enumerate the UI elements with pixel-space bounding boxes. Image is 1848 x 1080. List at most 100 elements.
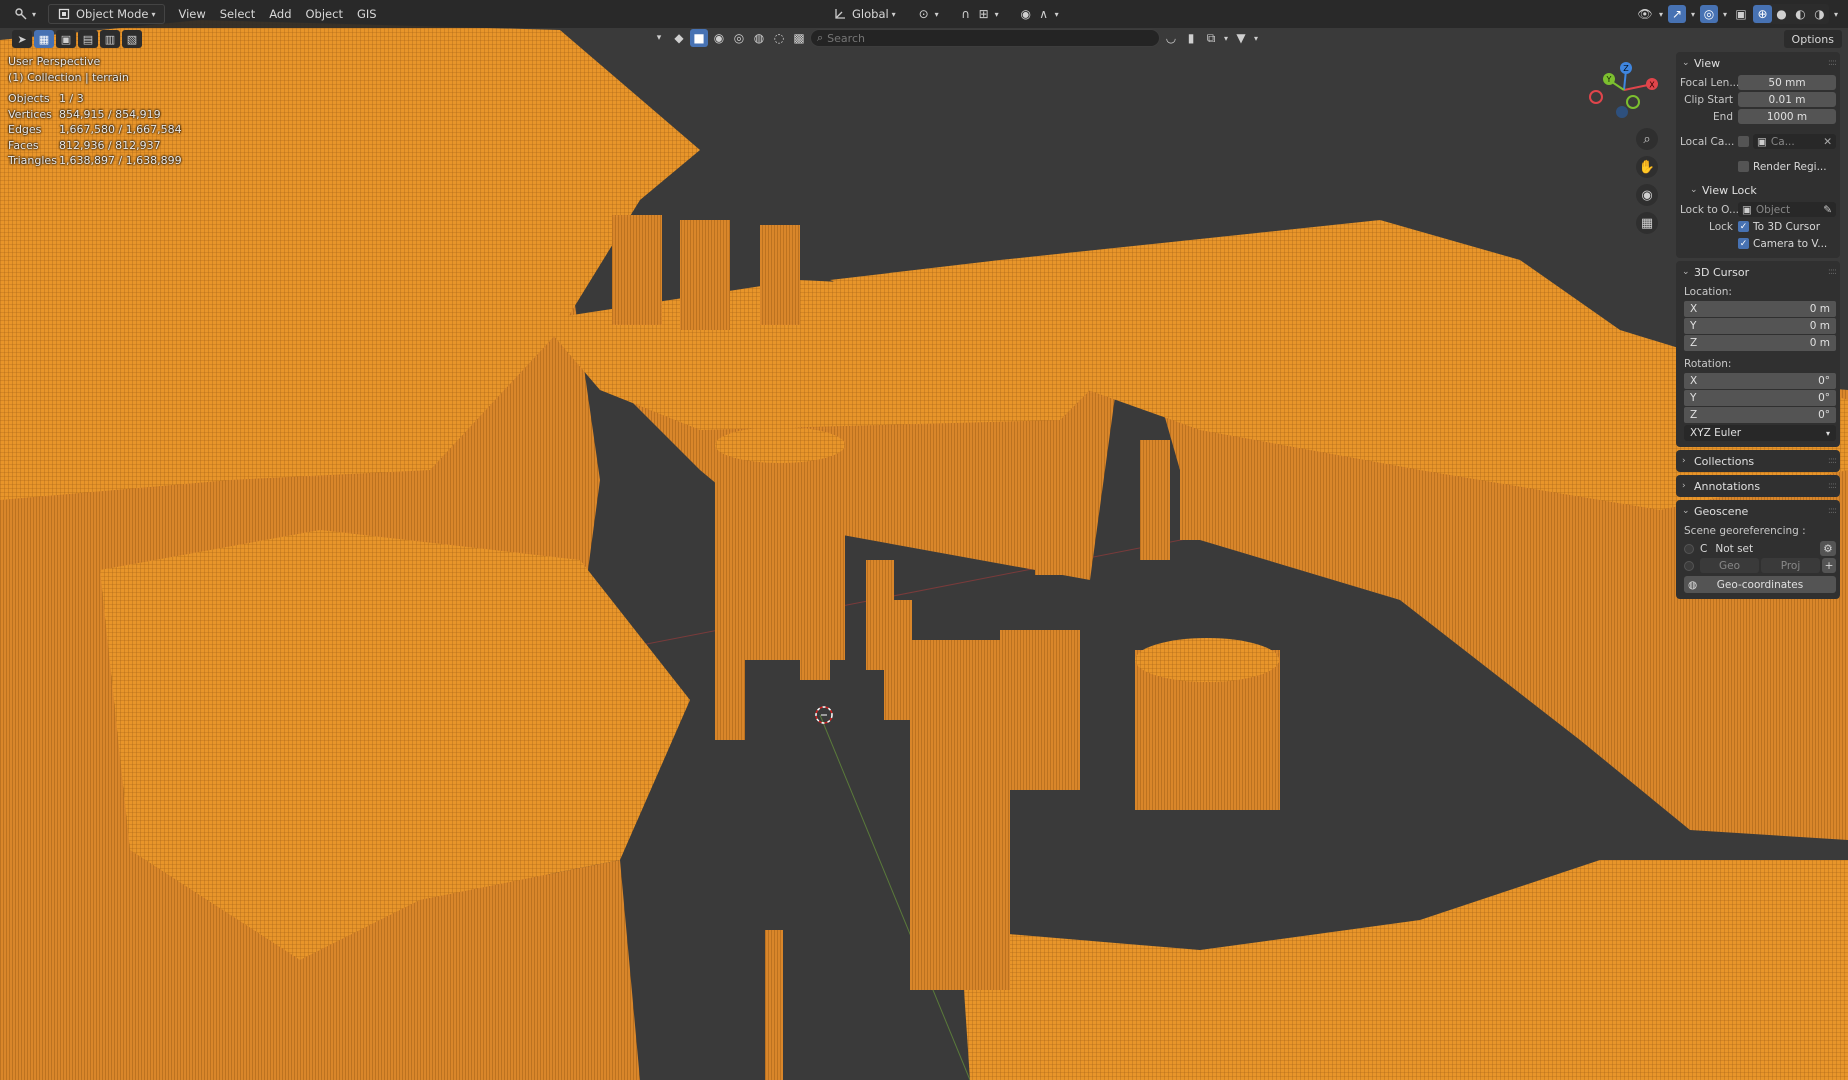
editor-type-icon xyxy=(12,5,30,23)
crs-radio[interactable] xyxy=(1684,543,1694,554)
display-mode-icon[interactable]: ◆ xyxy=(670,29,688,47)
geo-button[interactable]: Geo xyxy=(1700,558,1759,573)
gear-icon[interactable]: ⚙ xyxy=(1820,541,1836,556)
filter-mesh-icon[interactable]: ■ xyxy=(690,29,708,47)
filter-icon[interactable]: ▼ xyxy=(1232,29,1250,47)
filter-object-icon[interactable]: ◉ xyxy=(710,29,728,47)
pivot-dropdown[interactable]: ⊙ ▾ xyxy=(909,4,947,24)
orientation-dropdown[interactable]: Global ▾ xyxy=(825,4,905,24)
rotation-mode-dropdown[interactable]: XYZ Euler ▾ xyxy=(1684,425,1836,441)
location-z-field[interactable]: Z 0 m xyxy=(1684,335,1836,351)
search-box[interactable]: ⌕ xyxy=(810,29,1160,47)
wireframe-shading-icon[interactable]: ⊕ xyxy=(1753,5,1772,23)
axis-label: Z xyxy=(1690,409,1698,421)
render-region-checkbox[interactable] xyxy=(1738,161,1749,172)
rotation-z-field[interactable]: Z 0° xyxy=(1684,407,1836,423)
location-y-field[interactable]: Y 0 m xyxy=(1684,318,1836,334)
stat-label: Vertices xyxy=(8,107,52,121)
menu-select[interactable]: Select xyxy=(213,4,262,24)
clip-start-field[interactable]: 0.01 m xyxy=(1738,92,1836,107)
menu-view[interactable]: View xyxy=(171,4,212,24)
sync-selection-icon[interactable]: ⧉ xyxy=(1202,29,1220,47)
clip-start-label: Clip Start xyxy=(1684,93,1733,106)
local-camera-checkbox[interactable] xyxy=(1738,136,1749,147)
clear-search-icon[interactable]: ◡ xyxy=(1162,29,1180,47)
grip-icon[interactable]: :::: xyxy=(1828,267,1837,277)
geoscene-panel-header[interactable]: ⌄ Geoscene :::: xyxy=(1676,500,1840,522)
camera-to-view-checkbox[interactable]: ✓ xyxy=(1738,238,1749,249)
focal-length-row: Focal Len... 50 mm xyxy=(1680,74,1836,91)
xray-toggle-icon[interactable]: ▣ xyxy=(1732,5,1750,23)
pan-hand-icon[interactable]: ✋ xyxy=(1636,156,1658,178)
select-new-icon[interactable]: ▦ xyxy=(34,30,54,48)
stat-label: Objects xyxy=(8,92,50,105)
geo-coordinates-button[interactable]: ◍ Geo-coordinates xyxy=(1684,576,1836,593)
shading-mode-group: ⊕ ● ◐ ◑ xyxy=(1753,4,1829,24)
zoom-icon[interactable]: ⌕ xyxy=(1636,128,1658,150)
close-icon[interactable]: ✕ xyxy=(1823,136,1832,148)
perspective-grid-icon[interactable]: ▦ xyxy=(1636,212,1658,234)
search-input[interactable] xyxy=(827,31,1128,45)
chevron-down-icon[interactable]: ▾ xyxy=(650,29,668,47)
select-tool-icon[interactable]: ➤ xyxy=(12,30,32,48)
local-camera-field[interactable]: ▣ Ca... ✕ xyxy=(1753,134,1836,149)
snap-target-icon: ⊞ xyxy=(978,7,989,21)
focal-length-field[interactable]: 50 mm xyxy=(1738,75,1836,90)
select-extend-icon[interactable]: ▣ xyxy=(56,30,76,48)
rotation-y-field[interactable]: Y 0° xyxy=(1684,390,1836,406)
view-lock-header[interactable]: ⌄ View Lock xyxy=(1676,179,1840,201)
lock-to-object-field[interactable]: ▣ Object ✎ xyxy=(1738,202,1836,217)
material-shading-icon[interactable]: ◐ xyxy=(1791,5,1810,23)
menu-add[interactable]: Add xyxy=(262,4,298,24)
rendered-shading-icon[interactable]: ◑ xyxy=(1810,5,1829,23)
gizmo-z-label: Z xyxy=(1623,64,1629,73)
transform-controls: Global ▾ ⊙ ▾ ∩ ⊞ ▾ ◉ ∧ ▾ xyxy=(825,4,1067,24)
gizmo-toggle-icon[interactable]: ↗ xyxy=(1668,5,1686,23)
3d-viewport[interactable]: ▾ Object Mode ▾ View Select Add Object G… xyxy=(0,0,1848,1080)
select-subtract-icon[interactable]: ▤ xyxy=(78,30,98,48)
proj-button[interactable]: Proj xyxy=(1761,558,1820,573)
annotations-panel-header[interactable]: › Annotations :::: xyxy=(1676,475,1840,497)
bookmark-icon[interactable]: ▮ xyxy=(1182,29,1200,47)
view-panel-header[interactable]: ⌄ View :::: xyxy=(1676,52,1840,74)
chevron-right-icon: › xyxy=(1682,481,1686,491)
editor-type-button[interactable]: ▾ xyxy=(6,4,44,24)
geo-radio[interactable] xyxy=(1684,560,1694,571)
clip-end-field[interactable]: 1000 m xyxy=(1738,109,1836,124)
snap-toggle[interactable]: ∩ ⊞ ▾ xyxy=(951,4,1007,24)
menu-object[interactable]: Object xyxy=(299,4,350,24)
location-label: Location: xyxy=(1684,286,1732,298)
proportional-edit-toggle[interactable]: ◉ ∧ ▾ xyxy=(1011,4,1067,24)
3d-cursor-panel-header[interactable]: ⌄ 3D Cursor :::: xyxy=(1676,261,1840,283)
menu-gis[interactable]: GIS xyxy=(350,4,384,24)
location-x-field[interactable]: X 0 m xyxy=(1684,301,1836,317)
mode-dropdown[interactable]: Object Mode ▾ xyxy=(48,4,166,24)
camera-view-icon[interactable]: ◉ xyxy=(1636,184,1658,206)
grip-icon[interactable]: :::: xyxy=(1828,506,1837,516)
rotation-x-field[interactable]: X 0° xyxy=(1684,373,1836,389)
camera-to-view-row: ✓ Camera to V... xyxy=(1680,235,1836,252)
visibility-icon[interactable]: 👁 xyxy=(1636,5,1654,23)
overlay-toggle-icon[interactable]: ◎ xyxy=(1700,5,1718,23)
object-mode-icon xyxy=(55,5,73,23)
collections-panel: › Collections :::: xyxy=(1676,450,1840,472)
collections-panel-header[interactable]: › Collections :::: xyxy=(1676,450,1840,472)
lock-to-cursor-checkbox[interactable]: ✓ xyxy=(1738,221,1749,232)
select-invert-icon[interactable]: ▥ xyxy=(100,30,120,48)
options-button[interactable]: Options xyxy=(1783,30,1842,48)
filter-scene-icon[interactable]: ◎ xyxy=(730,29,748,47)
add-icon[interactable]: + xyxy=(1822,558,1836,573)
grip-icon[interactable]: :::: xyxy=(1828,481,1837,491)
eyedropper-icon[interactable]: ✎ xyxy=(1823,204,1832,216)
stat-row: Edges 1,667,580 / 1,667,584 xyxy=(8,122,182,138)
stat-label: Edges xyxy=(8,123,42,136)
grip-icon[interactable]: :::: xyxy=(1828,456,1837,466)
navigation-gizmo[interactable]: X Z Y xyxy=(1578,60,1668,130)
filter-camera-icon[interactable]: ◌ xyxy=(770,29,788,47)
solid-shading-icon[interactable]: ● xyxy=(1772,5,1791,23)
chevron-down-icon: ▾ xyxy=(1223,33,1228,43)
grip-icon[interactable]: :::: xyxy=(1828,58,1837,68)
select-intersect-icon[interactable]: ▧ xyxy=(122,30,142,48)
filter-world-icon[interactable]: ◍ xyxy=(750,29,768,47)
filter-render-icon[interactable]: ▩ xyxy=(790,29,808,47)
